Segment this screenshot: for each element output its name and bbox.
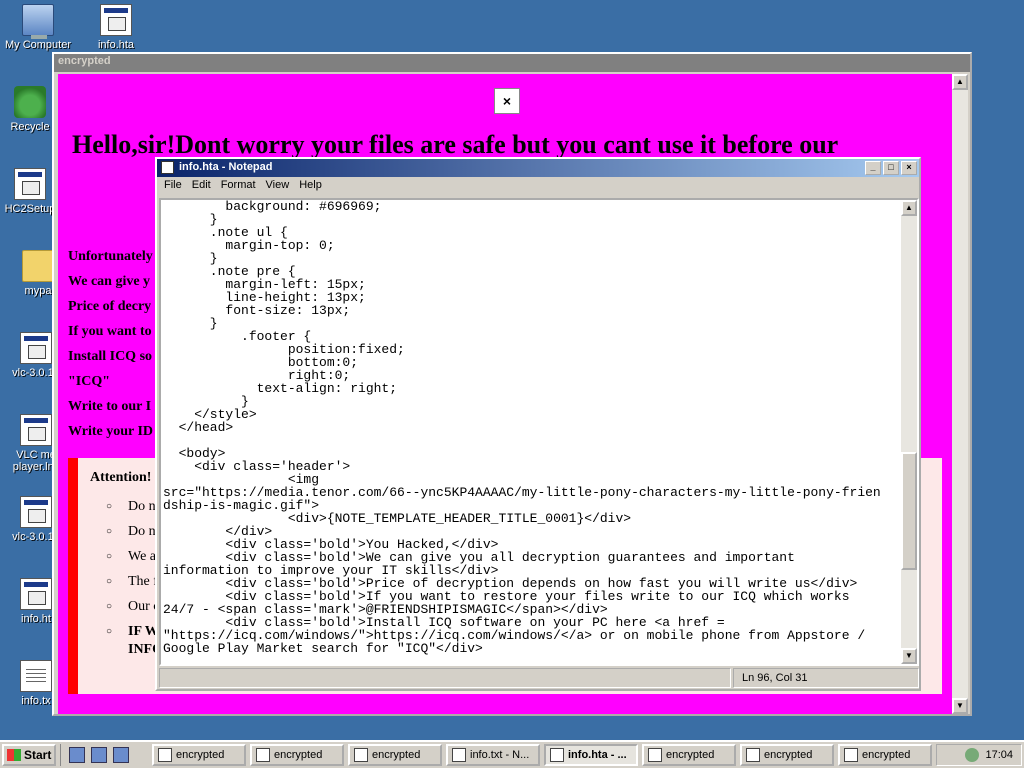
shortcut-icon [20,414,52,446]
hta-file-icon [844,748,858,762]
scroll-thumb[interactable] [901,452,917,570]
hta-title-bar[interactable]: encrypted [54,54,970,72]
hta-file-icon [648,748,662,762]
setup-file-icon [14,168,46,200]
taskbar-item[interactable]: encrypted [642,744,736,766]
notepad-title-bar[interactable]: info.hta - Notepad _ □ × [157,159,919,177]
taskbar-item[interactable]: info.txt - N... [446,744,540,766]
notepad-icon [452,748,466,762]
windows-logo-icon [7,749,21,761]
notepad-window: info.hta - Notepad _ □ × File Edit Forma… [155,157,921,691]
taskbar-item-label: encrypted [372,749,421,761]
status-bar: Ln 96, Col 31 [159,668,919,688]
ransom-line: Install ICQ so [68,349,153,364]
taskbar-item[interactable]: encrypted [348,744,442,766]
hta-file-icon [158,748,172,762]
notepad-icon [161,161,174,174]
start-label: Start [24,748,52,762]
menu-format[interactable]: Format [216,179,261,194]
show-desktop-icon[interactable] [69,747,85,763]
window-title: encrypted [58,55,111,67]
icon-label: info.hta [97,39,135,51]
scroll-up-icon[interactable]: ▲ [952,74,968,90]
scroll-down-icon[interactable]: ▼ [901,648,917,664]
installer-icon [20,332,52,364]
menu-help[interactable]: Help [294,179,327,194]
scroll-up-icon[interactable]: ▲ [901,200,917,216]
ransom-line: Write to our I [68,399,152,414]
editor-area[interactable]: background: #696969; } .note ul { margin… [159,198,919,666]
menu-view[interactable]: View [261,179,295,194]
window-title: info.hta - Notepad [179,161,273,173]
taskbar-item-label: encrypted [862,749,911,761]
media-icon[interactable] [113,747,129,763]
hta-file-icon [100,4,132,36]
taskbar-item-active[interactable]: info.hta - ... [544,744,638,766]
ransom-line: Price of decry [68,299,152,314]
taskbar-item-label: encrypted [274,749,323,761]
taskbar-item-label: encrypted [764,749,813,761]
taskbar-item[interactable]: encrypted [838,744,932,766]
ransom-line: Unfortunately [68,249,153,264]
installer-icon [20,496,52,528]
clock[interactable]: 17:04 [985,749,1013,761]
editor-scrollbar[interactable]: ▲ ▼ [901,200,917,664]
taskbar-item-label: encrypted [666,749,715,761]
menu-bar: File Edit Format View Help [157,177,919,196]
quick-launch [60,744,148,766]
ransom-line: If you want to [68,324,152,339]
menu-file[interactable]: File [159,179,187,194]
close-icon[interactable]: × [901,161,917,175]
attention-heading: Attention! [90,470,152,485]
menu-edit[interactable]: Edit [187,179,216,194]
notepad-icon [550,748,564,762]
hta-file-icon [354,748,368,762]
text-file-icon [20,660,52,692]
status-segment [159,668,731,688]
hta-file-icon [20,578,52,610]
tray-app-icon[interactable] [965,748,980,762]
taskbar-item-label: info.txt - N... [470,749,530,761]
computer-icon [22,4,54,39]
ransom-line: Write your ID [68,424,154,439]
folder-icon [22,250,54,282]
start-button[interactable]: Start [2,744,56,766]
recycle-bin-icon [14,86,46,118]
ransom-lines: Unfortunately We can give y Price of dec… [68,244,153,444]
taskbar: Start encrypted encrypted encrypted info… [0,740,1024,768]
maximize-icon[interactable]: □ [883,161,899,175]
taskbar-item[interactable]: encrypted [740,744,834,766]
hta-file-icon [746,748,760,762]
taskbar-item[interactable]: encrypted [152,744,246,766]
system-tray: 17:04 [936,744,1022,766]
ransom-line: "ICQ" [68,374,110,389]
editor-text[interactable]: background: #696969; } .note ul { margin… [163,200,901,662]
cursor-position: Ln 96, Col 31 [733,668,919,688]
taskbar-item[interactable]: encrypted [250,744,344,766]
icon-label: My Computer [4,39,72,51]
desktop-icon-info-hta[interactable]: info.hta [78,4,154,51]
browser-icon[interactable] [91,747,107,763]
taskbar-item-label: info.hta - ... [568,749,627,761]
hta-file-icon [256,748,270,762]
ransom-line: We can give y [68,274,151,289]
ransom-headline: Hello,sir!Dont worry your files are safe… [72,130,839,159]
taskbar-item-label: encrypted [176,749,225,761]
scroll-down-icon[interactable]: ▼ [952,698,968,714]
close-icon[interactable]: × [494,88,520,114]
hta-scrollbar[interactable]: ▲ ▼ [952,74,968,714]
desktop-icon-my-computer[interactable]: My Computer [0,4,76,51]
minimize-icon[interactable]: _ [865,161,881,175]
